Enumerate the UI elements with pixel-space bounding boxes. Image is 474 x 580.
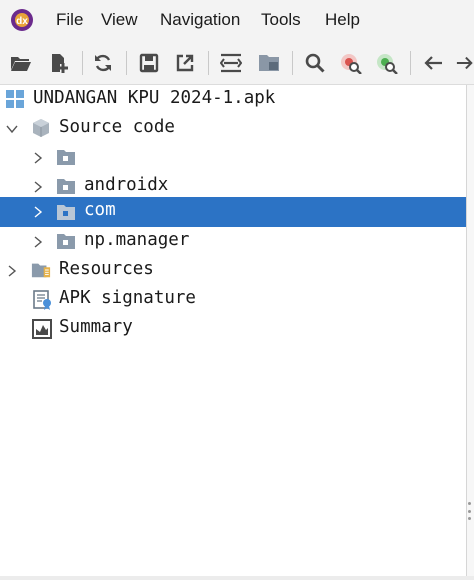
tree-item-summary[interactable]: Summary <box>0 314 466 343</box>
toolbar-separator <box>82 51 83 75</box>
export-icon[interactable] <box>172 50 198 76</box>
tree-item-label: Resources <box>59 259 154 279</box>
tree-item-label: com <box>84 200 116 220</box>
toolbar-separator <box>126 51 127 75</box>
toolbar-separator <box>208 51 209 75</box>
certificate-icon <box>33 289 53 310</box>
forward-arrow-icon[interactable] <box>456 50 474 76</box>
align-icon[interactable] <box>218 50 244 76</box>
grip-dot <box>468 502 471 505</box>
tree-root[interactable]: UNDANGAN KPU 2024-1.apk <box>0 85 466 114</box>
tree-root-label: UNDANGAN KPU 2024-1.apk <box>33 88 276 108</box>
summary-icon <box>32 319 52 339</box>
toolbar-separator <box>292 51 293 75</box>
splitter-grip[interactable] <box>468 502 473 520</box>
menu-file[interactable]: File <box>56 10 83 30</box>
grip-dot <box>468 509 471 513</box>
apk-icon <box>5 89 25 109</box>
sync-icon[interactable] <box>90 50 116 76</box>
menu-navigation[interactable]: Navigation <box>160 10 240 30</box>
menu-tools[interactable]: Tools <box>261 10 301 30</box>
folder-icon <box>56 231 76 251</box>
project-tree[interactable]: UNDANGAN KPU 2024-1.apk Source code andr… <box>0 85 466 580</box>
menu-help[interactable]: Help <box>325 10 360 30</box>
folder-icon <box>56 176 76 196</box>
chevron-right-icon[interactable] <box>32 206 44 218</box>
folder-icon <box>56 147 76 167</box>
tree-item-package[interactable] <box>0 143 466 172</box>
grip-dot <box>468 517 471 520</box>
chevron-down-icon[interactable] <box>6 123 18 135</box>
toolbar <box>0 42 474 85</box>
chevron-right-icon[interactable] <box>32 181 44 193</box>
package-box-icon <box>31 118 51 138</box>
back-arrow-icon[interactable] <box>420 50 446 76</box>
tree-item-resources[interactable]: Resources <box>0 256 466 285</box>
toolbar-separator <box>410 51 411 75</box>
save-icon[interactable] <box>136 50 162 76</box>
tree-item-package-com[interactable]: com <box>0 197 466 227</box>
tree-item-label: androidx <box>84 175 169 195</box>
open-file-icon[interactable] <box>8 50 34 76</box>
menu-view[interactable]: View <box>101 10 138 30</box>
svg-text:dx: dx <box>16 16 28 27</box>
tree-item-label: APK signature <box>59 288 196 308</box>
search-icon[interactable] <box>302 50 328 76</box>
add-files-icon[interactable] <box>46 50 72 76</box>
tree-item-label: np.manager <box>84 230 190 250</box>
chevron-right-icon[interactable] <box>32 236 44 248</box>
project-icon[interactable] <box>256 50 282 76</box>
tree-item-apk-signature[interactable]: APK signature <box>0 285 466 314</box>
folder-icon <box>56 202 76 222</box>
find-class-icon[interactable] <box>338 50 364 76</box>
menu-bar: dx File View Navigation Tools Help <box>0 0 474 42</box>
tree-item-label: Source code <box>59 117 175 137</box>
resources-folder-icon <box>31 260 51 280</box>
tree-item-source-code[interactable]: Source code <box>0 114 466 143</box>
jadx-logo-icon: dx <box>10 8 34 32</box>
find-usage-icon[interactable] <box>374 50 400 76</box>
tree-item-package-np-manager[interactable]: np.manager <box>0 227 466 256</box>
chevron-right-icon[interactable] <box>32 152 44 164</box>
status-bar <box>0 576 474 580</box>
tree-item-label: Summary <box>59 317 133 337</box>
chevron-right-icon[interactable] <box>6 265 18 277</box>
